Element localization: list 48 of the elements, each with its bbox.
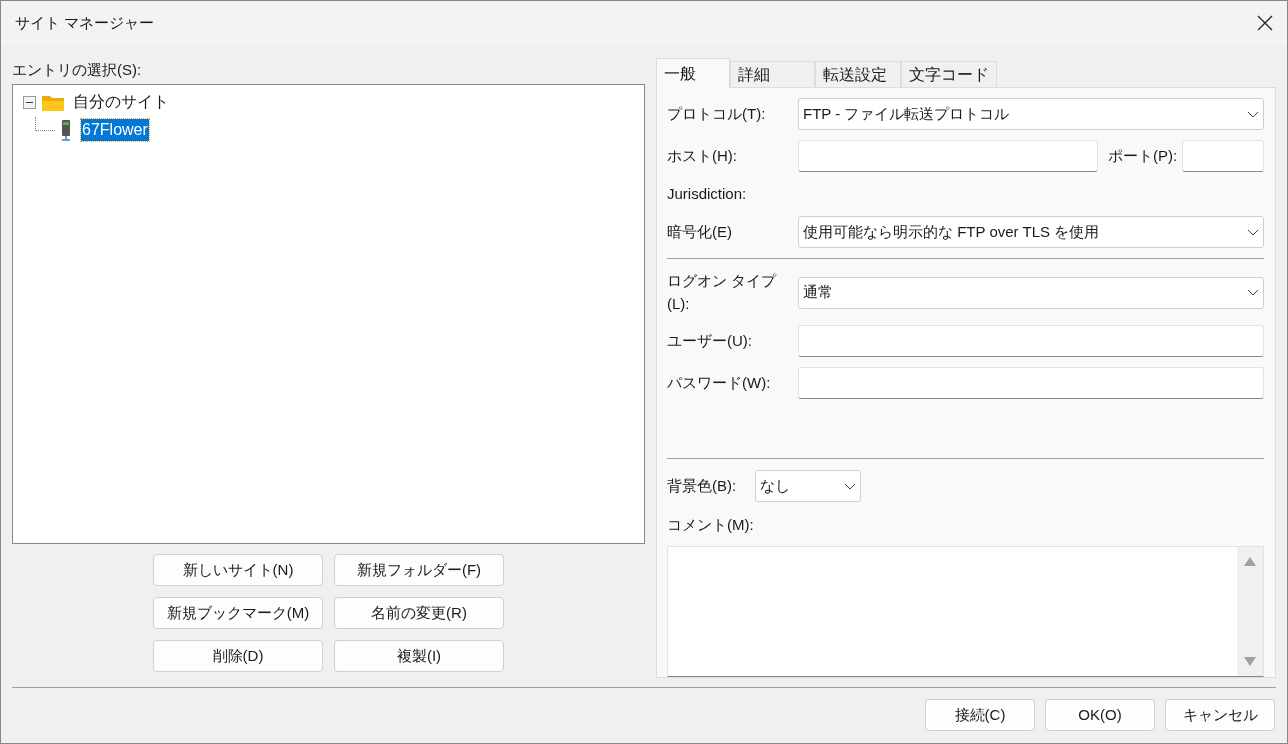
action-button[interactable]: 削除(D)	[153, 640, 323, 672]
scroll-down-icon[interactable]	[1244, 657, 1256, 666]
tab[interactable]: 転送設定	[815, 61, 901, 87]
dialog-button[interactable]: 接続(C)	[925, 699, 1035, 731]
dialog-button[interactable]: キャンセル	[1165, 699, 1275, 731]
dropdown[interactable]: FTP - ファイル転送プロトコル	[798, 98, 1264, 130]
folder-icon	[42, 93, 64, 111]
chevron-down-icon	[1247, 228, 1259, 236]
input-field[interactable]	[798, 325, 1264, 357]
input-field[interactable]	[1182, 140, 1264, 172]
chevron-down-icon	[1247, 289, 1259, 296]
tree-item[interactable]: 自分のサイト	[72, 91, 170, 113]
tree-item[interactable]: 67Flower	[81, 119, 149, 141]
scrollbar[interactable]	[1237, 547, 1263, 676]
action-button[interactable]: 新規フォルダー(F)	[334, 554, 504, 586]
field-label: 背景色(B):	[667, 475, 738, 496]
scroll-up-icon[interactable]	[1244, 557, 1256, 566]
comment-field[interactable]	[667, 546, 1264, 677]
field-label: エントリの選択(S):	[12, 60, 143, 79]
field-label: ホスト(H):	[667, 145, 738, 166]
tab[interactable]: 一般	[656, 58, 730, 88]
window-title: サイト マネージャー	[15, 12, 155, 33]
field-label: ログオン タイプ(L):	[667, 271, 778, 314]
color-select[interactable]: なし	[755, 470, 861, 502]
chevron-down-icon	[1247, 110, 1259, 118]
field-label: ユーザー(U):	[667, 330, 753, 351]
dialog-button[interactable]: OK(O)	[1045, 699, 1155, 731]
server-icon	[59, 119, 73, 141]
tab[interactable]: 文字コード	[901, 61, 997, 87]
close-icon[interactable]	[1257, 15, 1273, 31]
input-field[interactable]	[798, 140, 1098, 172]
chevron-down-icon	[844, 482, 856, 490]
action-button[interactable]: 複製(I)	[334, 640, 504, 672]
field-label: パスワード(W):	[667, 372, 772, 393]
site-tree[interactable]: 自分のサイト 67Flower	[12, 84, 645, 544]
collapse-icon[interactable]	[23, 95, 36, 109]
dropdown[interactable]: 通常	[798, 276, 1264, 309]
action-button[interactable]: 新規ブックマーク(M)	[153, 597, 323, 629]
tab[interactable]: 詳細	[730, 61, 815, 87]
dropdown[interactable]: 使用可能なら明示的な FTP over TLS を使用	[798, 216, 1264, 248]
action-button[interactable]: 新しいサイト(N)	[153, 554, 323, 586]
field-label: コメント(M):	[667, 515, 755, 534]
field-label: プロトコル(T):	[667, 103, 767, 124]
field-label: ポート(P):	[1108, 145, 1179, 166]
input-field[interactable]	[798, 367, 1264, 399]
field-label: Jurisdiction:	[667, 184, 748, 204]
action-button[interactable]: 名前の変更(R)	[334, 597, 504, 629]
field-label: 暗号化(E)	[667, 221, 733, 242]
